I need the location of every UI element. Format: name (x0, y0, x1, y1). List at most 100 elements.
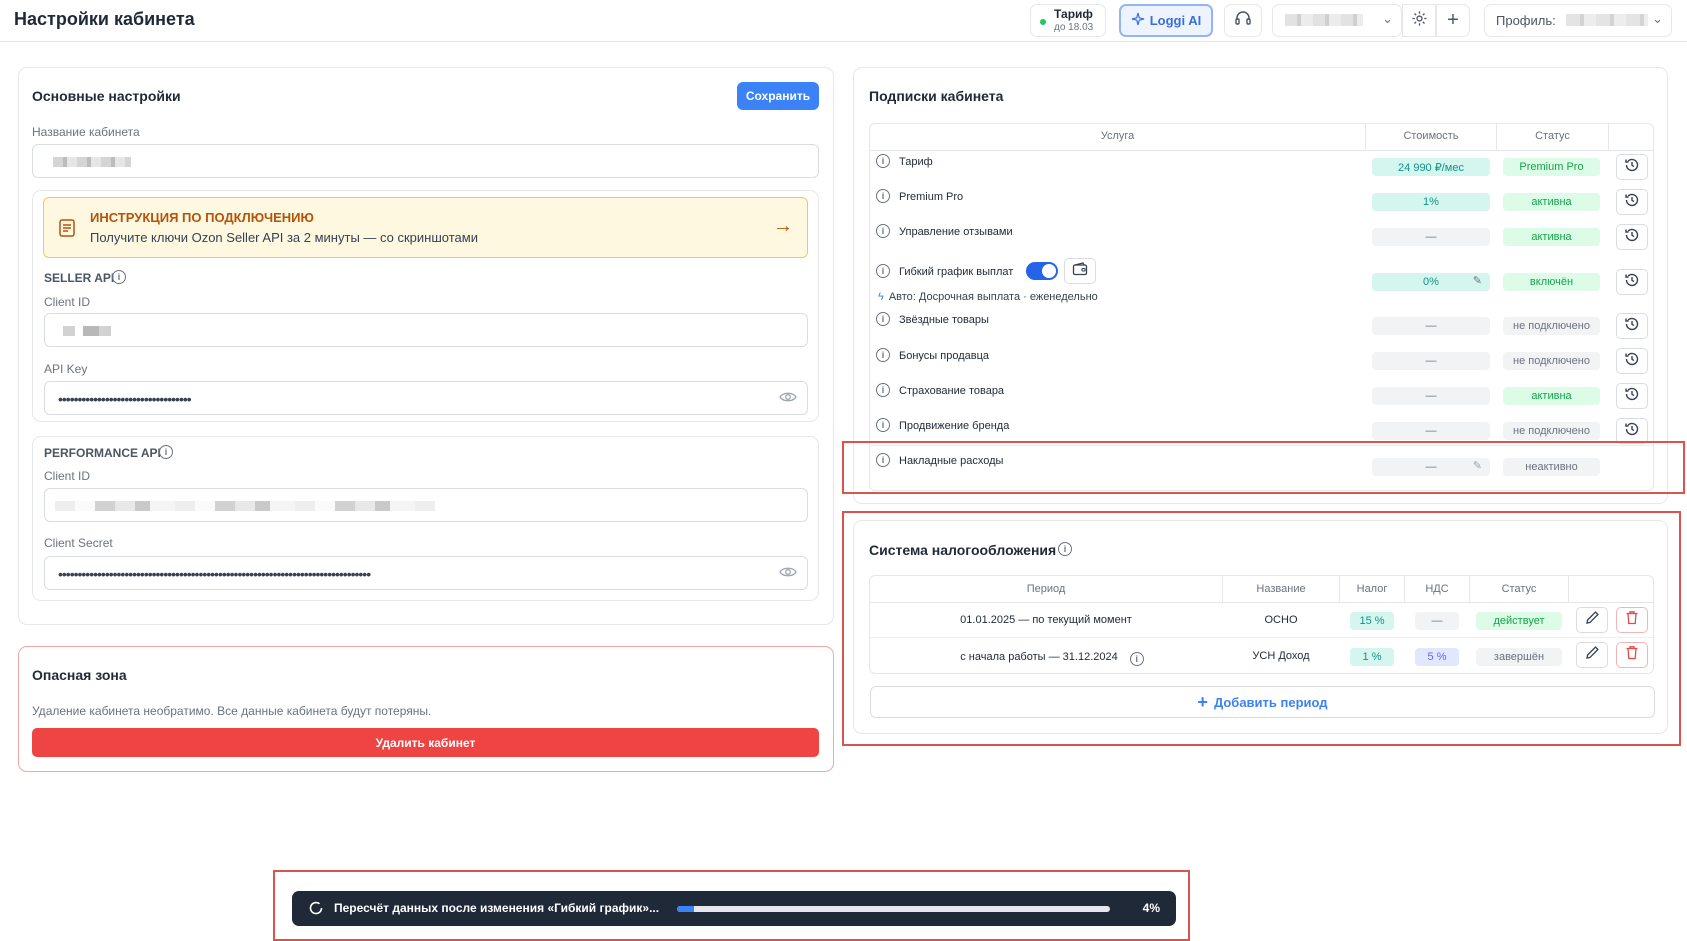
plus-icon: + (1447, 9, 1459, 31)
client-secret-label: Client Secret (44, 536, 113, 550)
info-icon[interactable]: i (876, 418, 890, 432)
basic-settings-title: Основные настройки (32, 88, 181, 104)
service-name: Гибкий график выплат (899, 266, 1014, 278)
history-icon (1624, 272, 1640, 293)
col-cost: Стоимость (1403, 130, 1459, 142)
settings-button[interactable] (1402, 4, 1436, 37)
progress-bar (677, 906, 1110, 912)
history-button[interactable] (1616, 189, 1648, 215)
instruction-title: ИНСТРУКЦИЯ ПО ПОДКЛЮЧЕНИЮ (90, 210, 314, 225)
delete-cabinet-button[interactable]: Удалить кабинет (32, 728, 819, 757)
instruction-banner[interactable]: ИНСТРУКЦИЯ ПО ПОДКЛЮЧЕНИЮ Получите ключи… (43, 197, 808, 258)
client-secret-input[interactable]: ••••••••••••••••••••••••••••••••••••••••… (44, 556, 808, 590)
top-bar: Настройки кабинета Тариф до 18.03 Loggi … (0, 0, 1687, 42)
cabinet-name-label: Название кабинета (32, 125, 140, 139)
history-button[interactable] (1616, 154, 1648, 180)
progress-percent: 4% (1142, 901, 1160, 915)
status-badge: активна (1503, 193, 1600, 211)
history-icon (1624, 386, 1640, 407)
service-name: Premium Pro (899, 191, 964, 203)
seller-client-id-label: Client ID (44, 295, 91, 309)
cost-pill: — (1372, 422, 1490, 440)
history-button[interactable] (1616, 224, 1648, 250)
cost-pill: — (1372, 352, 1490, 370)
instruction-text: Получите ключи Ozon Seller API за 2 мину… (90, 230, 478, 245)
info-icon[interactable]: i (876, 189, 890, 203)
api-key-input[interactable]: •••••••••••••••••••••••••••••••••• (44, 381, 808, 415)
service-name: Тариф (899, 156, 933, 168)
info-icon[interactable]: i (876, 264, 890, 278)
eye-icon[interactable] (779, 390, 797, 409)
danger-zone-text: Удаление кабинета необратимо. Все данные… (32, 704, 432, 718)
api-key-label: API Key (44, 362, 88, 376)
history-icon (1624, 157, 1640, 178)
cost-pill: — (1372, 387, 1490, 405)
progress-text: Пересчёт данных после изменения «Гибкий … (334, 901, 660, 915)
progress-fill (677, 906, 695, 912)
profile-selector[interactable]: Профиль: ⌄ (1484, 4, 1672, 37)
gear-icon (1411, 10, 1428, 32)
eye-icon[interactable] (779, 565, 797, 584)
page-title: Настройки кабинета (14, 9, 195, 29)
info-icon[interactable]: i (876, 348, 890, 362)
history-button[interactable] (1616, 313, 1648, 339)
recalc-progress-toast: Пересчёт данных после изменения «Гибкий … (292, 891, 1176, 926)
support-button[interactable] (1224, 4, 1262, 37)
info-icon[interactable]: i (876, 224, 890, 238)
cabinet-selector[interactable]: ⌄ (1272, 4, 1402, 37)
profile-name-redacted (1566, 14, 1648, 26)
wallet-icon (1072, 261, 1088, 281)
add-cabinet-button[interactable]: + (1436, 4, 1470, 37)
info-icon[interactable]: i (112, 270, 126, 284)
highlight-box (842, 441, 1685, 494)
history-icon (1624, 421, 1640, 442)
seller-client-id-input[interactable] (44, 313, 808, 347)
col-status: Статус (1535, 130, 1570, 142)
tariff-badge[interactable]: Тариф до 18.03 (1030, 4, 1106, 37)
api-key-value: •••••••••••••••••••••••••••••••••• (58, 391, 191, 407)
performance-api-caption: PERFORMANCE API (44, 446, 161, 460)
profile-label: Профиль: (1496, 13, 1556, 28)
seller-api-caption: SELLER API (44, 271, 115, 285)
history-button[interactable] (1616, 383, 1648, 409)
info-icon[interactable]: i (876, 383, 890, 397)
loggi-ai-label: Loggi AI (1149, 13, 1202, 28)
cabinet-name-redacted (1285, 14, 1363, 26)
history-button[interactable] (1616, 269, 1648, 295)
info-icon[interactable]: i (876, 312, 890, 326)
cost-pill: — (1372, 228, 1490, 246)
history-icon (1624, 227, 1640, 248)
payout-settings-button[interactable] (1064, 258, 1096, 284)
status-badge: не подключено (1503, 352, 1600, 370)
history-button[interactable] (1616, 348, 1648, 374)
col-service: Услуга (1100, 130, 1135, 142)
cost-pill: 1% (1372, 193, 1490, 211)
cost-pill: 24 990 ₽/мес (1372, 158, 1490, 176)
loggi-ai-button[interactable]: Loggi AI (1119, 4, 1213, 37)
cost-pill: — (1372, 317, 1490, 335)
info-icon[interactable]: i (159, 445, 173, 459)
perf-client-id-input[interactable] (44, 488, 808, 522)
service-name: Звёздные товары (899, 314, 989, 326)
document-icon (58, 218, 76, 243)
status-badge: не подключено (1503, 317, 1600, 335)
save-button[interactable]: Сохранить (737, 82, 819, 110)
chevron-down-icon: ⌄ (1652, 11, 1663, 26)
cost-pill: 0% ✎ (1372, 273, 1490, 291)
highlight-box (842, 511, 1681, 746)
pencil-icon[interactable]: ✎ (1473, 274, 1482, 287)
history-icon (1624, 192, 1640, 213)
history-icon (1624, 316, 1640, 337)
client-secret-value: ••••••••••••••••••••••••••••••••••••••••… (58, 566, 371, 582)
subscriptions-title: Подписки кабинета (869, 88, 1004, 104)
perf-client-id-label: Client ID (44, 469, 91, 483)
danger-zone-title: Опасная зона (32, 667, 127, 683)
info-icon[interactable]: i (876, 154, 890, 168)
tariff-label: Тариф (1054, 7, 1093, 21)
divider (870, 150, 1653, 151)
status-badge: активна (1503, 387, 1600, 405)
flexible-schedule-toggle[interactable] (1026, 262, 1058, 280)
status-badge: Premium Pro (1503, 158, 1600, 176)
service-name: Продвижение бренда (899, 420, 1010, 432)
cabinet-name-input[interactable] (32, 144, 819, 178)
